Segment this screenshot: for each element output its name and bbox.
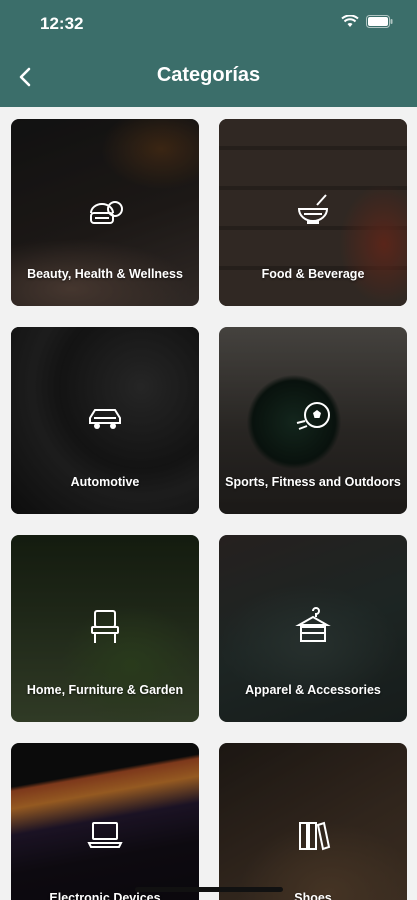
status-icons [341,15,393,28]
home-indicator[interactable] [135,887,283,892]
clothes-icon [295,607,331,642]
category-label: Beauty, Health & Wellness [27,267,183,281]
category-label: Home, Furniture & Garden [26,683,184,697]
battery-icon [366,15,393,28]
category-label: Electronic Devices [49,891,161,900]
category-card-home[interactable]: Home, Furniture & Garden [11,535,199,722]
category-label: Apparel & Accessories [245,683,381,697]
books-icon [299,821,331,851]
beauty-icon [90,201,123,224]
chair-icon [91,610,119,643]
category-grid: Beauty, Health & Wellness Food & Beverag… [0,107,417,900]
category-card-beauty[interactable]: Beauty, Health & Wellness [11,119,199,306]
page-title: Categorías [156,64,261,86]
category-card-food[interactable]: Food & Beverage [219,119,407,306]
category-label: Sports, Fitness and Outdoors [225,475,401,489]
category-card-automotive[interactable]: Automotive [11,327,199,514]
car-icon [89,409,121,429]
category-card-electronics[interactable]: Electronic Devices [11,743,199,900]
status-time: 12:32 [40,14,84,33]
category-card-shoes[interactable]: Shoes [219,743,407,900]
wifi-icon [341,15,359,27]
bowl-icon [297,194,329,224]
category-card-apparel[interactable]: Apparel & Accessories [219,535,407,722]
app-header: 12:32 Categorías [0,0,417,107]
category-label: Shoes [294,891,332,900]
category-label: Food & Beverage [261,267,365,281]
laptop-icon [87,822,123,848]
category-label: Automotive [70,475,140,489]
soccer-ball-icon [296,402,330,430]
category-card-sports[interactable]: Sports, Fitness and Outdoors [219,327,407,514]
